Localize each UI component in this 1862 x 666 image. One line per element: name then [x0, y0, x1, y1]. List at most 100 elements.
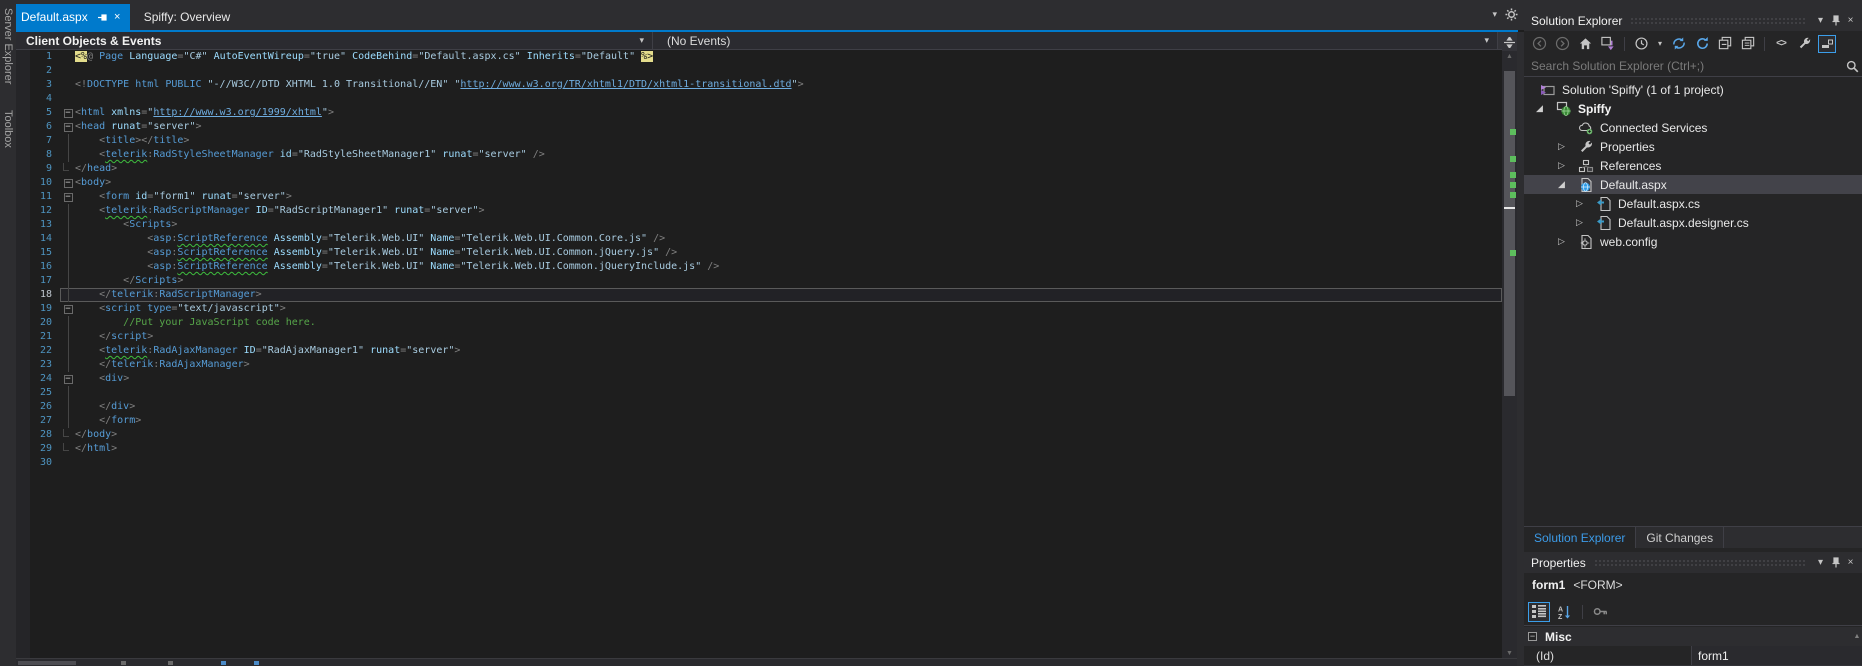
pin-icon[interactable] — [1828, 555, 1843, 571]
tree-item-references[interactable]: ▷References — [1524, 156, 1862, 175]
code-line-24[interactable]: 24− <div> — [16, 372, 1502, 386]
code-line-13[interactable]: 13 <Scripts> — [16, 218, 1502, 232]
code-line-22[interactable]: 22 <telerik:RadAjaxManager ID="RadAjaxMa… — [16, 344, 1502, 358]
collapsed-arrow-icon[interactable]: ▷ — [1574, 217, 1596, 228]
switch-views-button[interactable] — [1599, 35, 1617, 53]
code-line-12[interactable]: 12 <telerik:RadScriptManager ID="RadScri… — [16, 204, 1502, 218]
show-all-files-button[interactable] — [1739, 35, 1757, 53]
code-editor[interactable]: 1<%@ Page Language="C#" AutoEventWireup=… — [16, 50, 1502, 658]
code-line-17[interactable]: 17 </Scripts> — [16, 274, 1502, 288]
tree-item-web-config[interactable]: ▷web.config — [1524, 232, 1862, 251]
collapse-icon[interactable]: − — [1528, 632, 1537, 641]
tab-git-changes[interactable]: Git Changes — [1636, 527, 1724, 548]
code-line-9[interactable]: 9</head> — [16, 162, 1502, 176]
code-line-1[interactable]: 1<%@ Page Language="C#" AutoEventWireup=… — [16, 50, 1502, 64]
code-line-5[interactable]: 5−<html xmlns="http://www.w3.org/1999/xh… — [16, 106, 1502, 120]
search-icon[interactable] — [1842, 60, 1862, 73]
code-line-11[interactable]: 11− <form id="form1" runat="server"> — [16, 190, 1502, 204]
code-line-29[interactable]: 29</html> — [16, 442, 1502, 456]
pending-changes-filter-button[interactable] — [1632, 35, 1650, 53]
pin-icon[interactable] — [1828, 13, 1843, 29]
code-line-2[interactable]: 2 — [16, 64, 1502, 78]
category-row-misc[interactable]: − Misc — [1524, 627, 1862, 646]
fold-collapse-box[interactable]: − — [61, 303, 75, 315]
tree-item-solution-spiffy-1-of-1-project[interactable]: Solution 'Spiffy' (1 of 1 project) — [1524, 80, 1862, 99]
tab-spiffy-overview[interactable]: Spiffy: Overview — [130, 4, 250, 30]
code-line-19[interactable]: 19− <script type="text/javascript"> — [16, 302, 1502, 316]
code-line-16[interactable]: 16 <asp:ScriptReference Assembly="Teleri… — [16, 260, 1502, 274]
horizontal-scrollbar-thumb[interactable] — [18, 661, 76, 665]
code-line-21[interactable]: 21 </script> — [16, 330, 1502, 344]
vertical-scrollbar[interactable]: ▲ ▼ — [1502, 51, 1517, 658]
property-value[interactable]: form1 — [1692, 646, 1862, 665]
expanded-arrow-icon[interactable]: ◢ — [1556, 179, 1578, 190]
tab-solution-explorer[interactable]: Solution Explorer — [1524, 527, 1636, 548]
tree-item-default-aspx-designer-cs[interactable]: ▷Default.aspx.designer.cs — [1524, 213, 1862, 232]
collapsed-arrow-icon[interactable]: ▷ — [1574, 198, 1596, 209]
expanded-arrow-icon[interactable]: ◢ — [1534, 103, 1556, 114]
code-line-20[interactable]: 20 //Put your JavaScript code here. — [16, 316, 1502, 330]
search-input[interactable] — [1524, 58, 1842, 74]
view-code-button[interactable]: <> — [1772, 35, 1790, 53]
scroll-down-icon[interactable]: ▼ — [1502, 650, 1517, 657]
property-pages-key-button[interactable] — [1589, 602, 1611, 622]
toolbox-rail-tab[interactable]: Toolbox — [2, 110, 14, 148]
grid-scroll-up-icon[interactable]: ▲ — [1852, 627, 1862, 666]
alphabetical-sort-button[interactable]: AZ — [1554, 602, 1576, 622]
forward-button[interactable] — [1553, 35, 1571, 53]
properties-object-dropdown[interactable]: form1 <FORM> — [1524, 574, 1862, 596]
refresh-button[interactable] — [1693, 35, 1711, 53]
panel-splitter[interactable] — [1517, 32, 1524, 666]
code-line-15[interactable]: 15 <asp:ScriptReference Assembly="Teleri… — [16, 246, 1502, 260]
code-line-14[interactable]: 14 <asp:ScriptReference Assembly="Teleri… — [16, 232, 1502, 246]
tree-item-default-aspx-cs[interactable]: ▷Default.aspx.cs — [1524, 194, 1862, 213]
code-line-4[interactable]: 4 — [16, 92, 1502, 106]
code-line-10[interactable]: 10−<body> — [16, 176, 1502, 190]
back-button[interactable] — [1530, 35, 1548, 53]
collapsed-arrow-icon[interactable]: ▷ — [1556, 160, 1578, 171]
horizontal-scrollbar[interactable] — [16, 658, 1517, 666]
editor-options-gear-icon[interactable] — [1505, 8, 1518, 21]
collapsed-arrow-icon[interactable]: ▷ — [1556, 141, 1578, 152]
window-menu-chevron-icon[interactable]: ▾ — [1813, 13, 1828, 29]
code-line-6[interactable]: 6−<head runat="server"> — [16, 120, 1502, 134]
tree-item-spiffy[interactable]: ◢Spiffy — [1524, 99, 1862, 118]
tree-item-default-aspx[interactable]: ◢Default.aspx — [1524, 175, 1862, 194]
categorized-button[interactable] — [1528, 602, 1550, 622]
document-list-chevron-icon[interactable]: ▾ — [1492, 9, 1497, 20]
fold-collapse-box[interactable]: − — [61, 177, 75, 189]
close-icon[interactable]: × — [1843, 555, 1858, 571]
filter-chevron-icon[interactable]: ▾ — [1655, 35, 1665, 53]
code-line-25[interactable]: 25 — [16, 386, 1502, 400]
properties-titlebar[interactable]: Properties ▾ × — [1524, 552, 1862, 573]
events-dropdown[interactable]: (No Events) ▾ — [653, 32, 1497, 49]
property-row-id[interactable]: (Id) form1 — [1524, 646, 1862, 666]
code-line-8[interactable]: 8 <telerik:RadStyleSheetManager id="RadS… — [16, 148, 1502, 162]
window-menu-chevron-icon[interactable]: ▾ — [1813, 555, 1828, 571]
tab-default-aspx[interactable]: Default.aspx × — [16, 4, 130, 30]
collapse-all-button[interactable] — [1716, 35, 1734, 53]
pin-icon[interactable] — [96, 11, 109, 24]
objects-dropdown[interactable]: Client Objects & Events ▾ — [16, 32, 653, 49]
tree-item-connected-services[interactable]: Connected Services — [1524, 118, 1862, 137]
preview-selected-items-toggle[interactable] — [1818, 35, 1836, 53]
properties-wrench-button[interactable] — [1795, 35, 1813, 53]
code-line-26[interactable]: 26 </div> — [16, 400, 1502, 414]
code-line-23[interactable]: 23 </telerik:RadAjaxManager> — [16, 358, 1502, 372]
scroll-up-icon[interactable]: ▲ — [1502, 53, 1517, 60]
tree-item-properties[interactable]: ▷Properties — [1524, 137, 1862, 156]
fold-collapse-box[interactable]: − — [61, 121, 75, 133]
close-icon[interactable]: × — [1843, 13, 1858, 29]
collapsed-arrow-icon[interactable]: ▷ — [1556, 236, 1578, 247]
code-line-7[interactable]: 7 <title></title> — [16, 134, 1502, 148]
code-line-28[interactable]: 28</body> — [16, 428, 1502, 442]
code-line-18[interactable]: 18 </telerik:RadScriptManager> — [16, 288, 1502, 302]
code-line-30[interactable]: 30 — [16, 456, 1502, 470]
home-button[interactable] — [1576, 35, 1594, 53]
code-line-3[interactable]: 3<!DOCTYPE html PUBLIC "-//W3C//DTD XHTM… — [16, 78, 1502, 92]
solution-explorer-titlebar[interactable]: Solution Explorer ▾ × — [1524, 10, 1862, 31]
close-icon[interactable]: × — [111, 11, 124, 24]
scrollbar-split-handle[interactable] — [1502, 33, 1517, 51]
fold-collapse-box[interactable]: − — [61, 373, 75, 385]
server-explorer-rail-tab[interactable]: Server Explorer — [2, 8, 14, 84]
